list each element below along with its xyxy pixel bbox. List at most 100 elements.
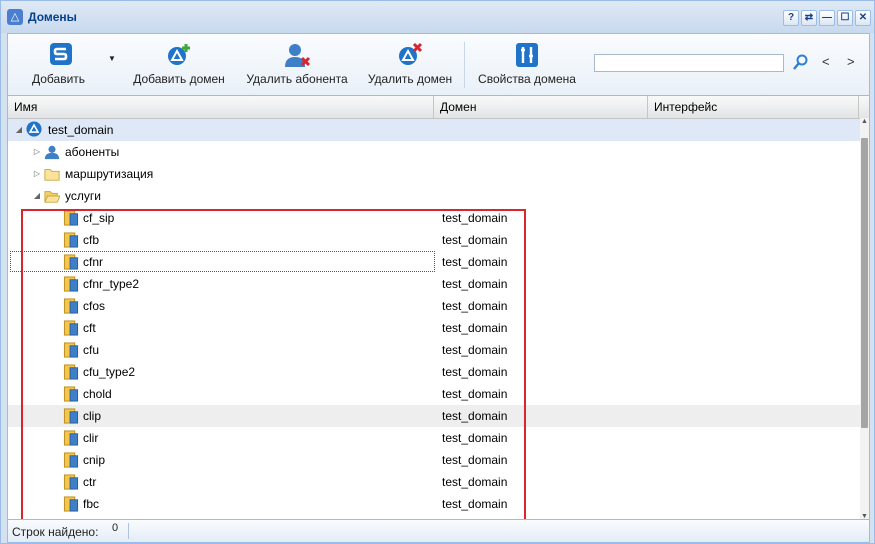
service-icon: [63, 298, 79, 314]
service-domain: test_domain: [442, 321, 508, 335]
add-split-button[interactable]: Добавить ▼: [24, 40, 116, 90]
vertical-scrollbar[interactable]: ▲ ▼: [860, 118, 869, 520]
tree-node-label: услуги: [65, 189, 101, 203]
toolbar-separator: [464, 42, 465, 88]
search-input[interactable]: [594, 54, 784, 72]
properties-tools-icon: [516, 43, 538, 67]
close-button[interactable]: ✕: [855, 10, 871, 26]
service-icon: [63, 496, 79, 512]
next-result-button[interactable]: >: [847, 54, 855, 69]
service-name: clir: [83, 431, 99, 445]
search-icon[interactable]: [792, 54, 808, 72]
column-header-interface[interactable]: Интерфейс: [648, 96, 859, 118]
subscribers-icon: [44, 145, 60, 160]
previous-result-button[interactable]: <: [822, 54, 830, 69]
service-icon: [63, 474, 79, 490]
column-header-domain[interactable]: Домен: [434, 96, 648, 118]
collapse-arrow-icon[interactable]: ◢: [32, 185, 42, 207]
add-domain-button[interactable]: Добавить домен: [130, 40, 228, 90]
tree-row-service[interactable]: cfu_type2 test_domain: [8, 361, 861, 383]
service-domain: test_domain: [442, 409, 508, 423]
tree-row-service[interactable]: clip test_domain: [8, 405, 861, 427]
tree-row-services[interactable]: ◢ услуги: [8, 185, 861, 272]
title-bar[interactable]: △ Домены ? ⇄ — ☐ ✕: [1, 1, 874, 33]
tree-row-service[interactable]: cfnr_type2 test_domain: [8, 273, 861, 295]
service-icon: [63, 430, 79, 446]
add-button-label: Добавить: [32, 72, 86, 86]
domain-icon: [26, 121, 42, 137]
scrollbar-thumb[interactable]: [861, 138, 868, 428]
tree-row-root[interactable]: ◢ test_domain: [8, 119, 861, 141]
service-icon: [63, 452, 79, 468]
service-name: cfos: [83, 299, 106, 313]
tree-node-label: test_domain: [48, 123, 114, 137]
add-domain-label: Добавить домен: [133, 72, 225, 86]
tree-row-service[interactable]: fbc test_domain: [8, 493, 861, 515]
maximize-button[interactable]: ☐: [837, 10, 853, 26]
tree-row-service[interactable]: cnip test_domain: [8, 449, 861, 471]
service-name: chold: [83, 387, 112, 401]
help-tool-button[interactable]: ?: [783, 10, 799, 26]
tree-row-service[interactable]: cfos test_domain: [8, 295, 861, 317]
service-icon: [63, 210, 79, 226]
grid-body: ◢ test_domain ▷ абоненты ▷ маршрутизация…: [8, 119, 861, 520]
service-name: cfnr_type2: [83, 277, 140, 291]
service-icon: [63, 254, 79, 270]
service-name: clip: [83, 409, 102, 423]
tree-row-subscribers[interactable]: ▷ абоненты: [8, 141, 861, 163]
tree-row-service[interactable]: chold test_domain: [8, 383, 861, 405]
scroll-up-arrow-icon[interactable]: ▲: [860, 118, 869, 125]
grid-header: Имя Домен Интерфейс: [8, 96, 869, 119]
service-domain: test_domain: [442, 475, 508, 489]
service-domain: test_domain: [442, 343, 508, 357]
tree-row-service[interactable]: ctr test_domain: [8, 471, 861, 493]
add-domain-icon: [168, 44, 190, 65]
service-icon: [63, 342, 79, 358]
status-bar: Строк найдено: 0: [7, 519, 870, 543]
tree-node-label: маршрутизация: [65, 167, 154, 181]
column-header-name[interactable]: Имя: [8, 96, 434, 118]
open-folder-icon: [44, 191, 60, 203]
service-name: cf_sip: [83, 211, 115, 225]
dropdown-arrow-icon[interactable]: ▼: [108, 54, 116, 63]
delete-domain-icon: [399, 42, 423, 65]
delete-domain-button[interactable]: Удалить домен: [364, 40, 456, 90]
service-name: fbc: [83, 497, 100, 511]
delete-subscriber-button[interactable]: Удалить абонента: [242, 40, 352, 90]
service-domain: test_domain: [442, 453, 508, 467]
service-domain: test_domain: [442, 299, 508, 313]
expand-arrow-icon[interactable]: ▷: [32, 141, 42, 163]
service-domain: test_domain: [442, 387, 508, 401]
tree-row-service[interactable]: cf_sip test_domain: [8, 207, 861, 229]
tree-row-routing[interactable]: ▷ маршрутизация: [8, 163, 861, 185]
delete-domain-label: Удалить домен: [367, 72, 453, 86]
service-icon: [63, 320, 79, 336]
expand-arrow-icon[interactable]: ▷: [32, 163, 42, 185]
collapse-arrow-icon[interactable]: ◢: [14, 119, 24, 141]
tree-node-label: абоненты: [65, 145, 120, 159]
rows-found-label: Строк найдено:: [12, 525, 99, 539]
service-icon: [63, 386, 79, 402]
service-domain: test_domain: [442, 211, 508, 225]
tree-row-service[interactable]: cfu test_domain: [8, 339, 861, 361]
tree-row-service[interactable]: clir test_domain: [8, 427, 861, 449]
window-title: Домены: [28, 10, 77, 24]
domain-app-icon: △: [7, 9, 23, 25]
domain-properties-label: Свойства домена: [478, 72, 576, 86]
delete-subscriber-icon: [285, 44, 311, 67]
domain-properties-button[interactable]: Свойства домена: [474, 40, 580, 90]
tree-row-service[interactable]: cfb test_domain: [8, 229, 861, 251]
status-separator: [128, 523, 129, 539]
folder-icon: [44, 169, 60, 181]
service-name: cfu_type2: [83, 365, 136, 379]
service-icon: [63, 232, 79, 248]
toolbar: Добавить ▼ Добавить домен Удалить абонен…: [7, 33, 870, 96]
tree-row-service[interactable]: cft test_domain: [8, 317, 861, 339]
refresh-tool-button[interactable]: ⇄: [801, 10, 817, 26]
service-domain: test_domain: [442, 431, 508, 445]
service-name: cfu: [83, 343, 100, 357]
tree-row-service[interactable]: cfnr test_domain: [8, 251, 861, 273]
add-icon: [50, 43, 72, 65]
minimize-button[interactable]: —: [819, 10, 835, 26]
service-name: ctr: [83, 475, 97, 489]
